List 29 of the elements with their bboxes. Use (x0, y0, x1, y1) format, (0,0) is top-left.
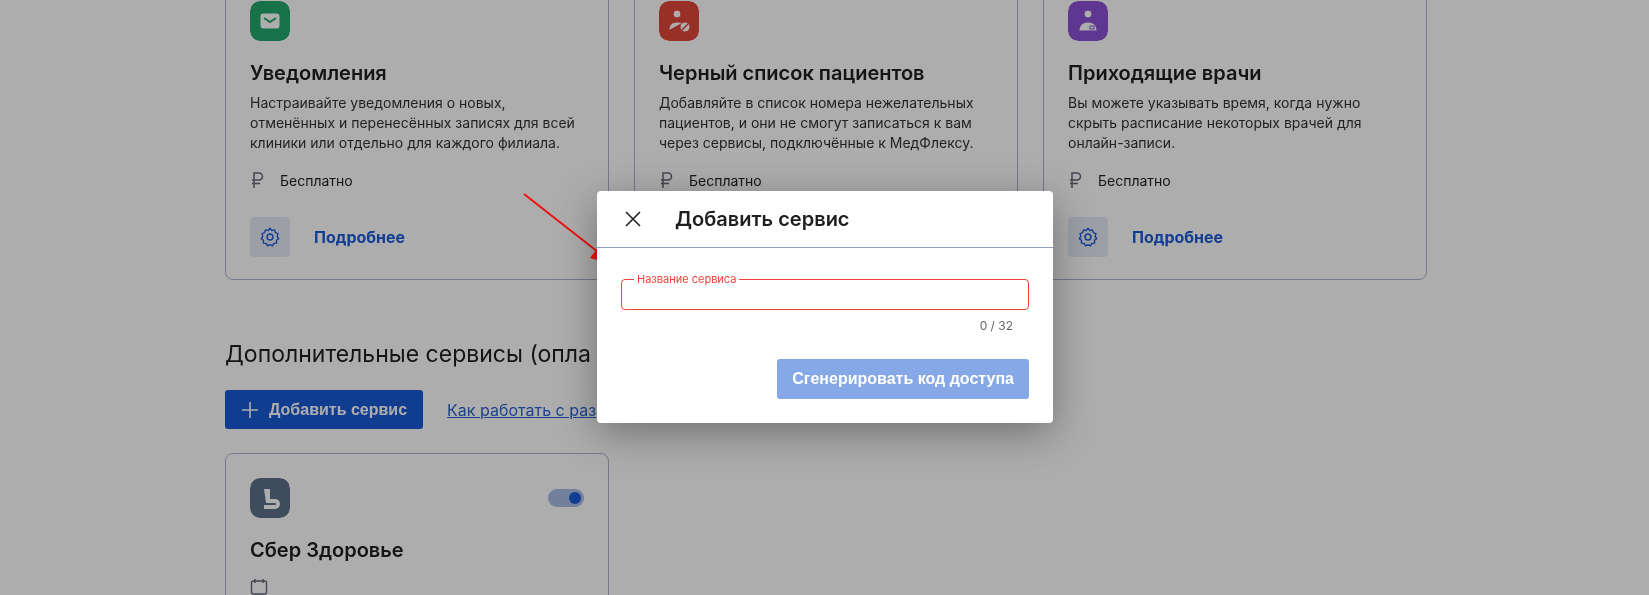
card-description: Настраивайте уведомления о новых, отменённых и перенесённых записях для всей клиники или отдельно для каждого филиала. (250, 93, 576, 153)
card-title: Приходящие врачи (1068, 61, 1263, 85)
ruble-icon (1068, 171, 1082, 189)
help-link[interactable]: Как работать с раз (447, 399, 597, 420)
card-description: Добавляйте в список номера нежелательных пациентов, и они не смогут записаться к вам через сервисы, подключённые к МедФлексу. (659, 93, 975, 153)
card-title: Уведомления (250, 61, 388, 85)
gear-icon (259, 226, 281, 248)
app-logo-icon (250, 478, 290, 518)
card-description: Вы можете указывать время, когда нужно скрыть расписание некоторых врачей для онлайн-записи. (1068, 93, 1363, 153)
dialog-title: Добавить сервис (675, 207, 850, 231)
price-label: Бесплатно (1098, 171, 1171, 189)
toggle-switch[interactable] (548, 489, 584, 507)
plus-icon (241, 400, 259, 419)
card-title: Черный список пациентов (659, 61, 926, 85)
gear-icon (1077, 226, 1099, 248)
price-label: Бесплатно (689, 171, 762, 189)
add-service-button[interactable]: Добавить сервис (225, 390, 424, 429)
character-counter: 0 / 32 (978, 318, 1013, 333)
ruble-icon (250, 171, 264, 189)
price-label: Бесплатно (280, 171, 353, 189)
settings-button[interactable] (250, 217, 290, 257)
details-link[interactable]: Подробнее (1132, 227, 1224, 247)
calendar-icon (250, 578, 268, 595)
service-name-field[interactable]: Название сервиса (621, 272, 1029, 310)
ruble-icon (659, 171, 673, 189)
section-heading: Дополнительные сервисы (опла (225, 340, 592, 368)
details-link[interactable]: Подробнее (314, 227, 406, 247)
settings-button[interactable] (1068, 217, 1108, 257)
card-title: Сбер Здоровье (250, 538, 405, 562)
